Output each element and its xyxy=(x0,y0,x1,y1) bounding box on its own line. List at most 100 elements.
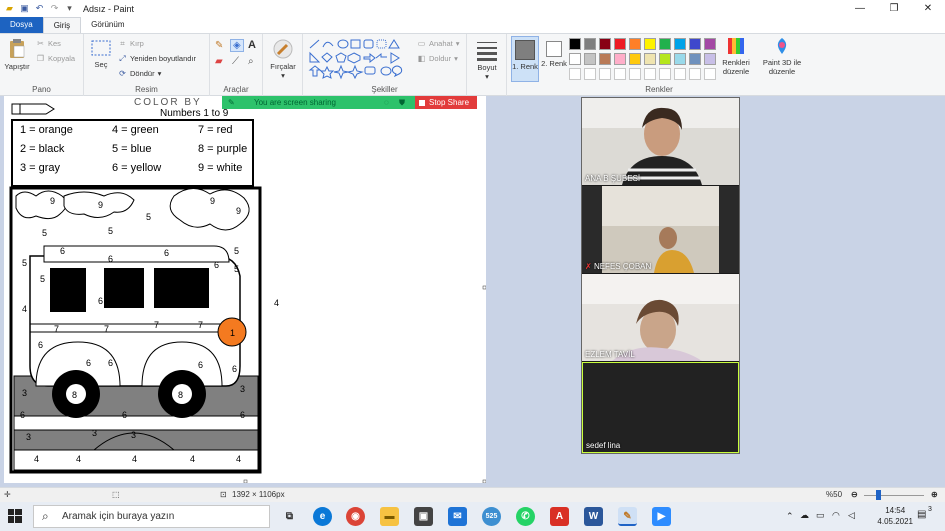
palette-swatch[interactable] xyxy=(599,38,611,50)
palette-custom-swatch[interactable] xyxy=(569,68,581,80)
palette-swatch[interactable] xyxy=(689,38,701,50)
palette-custom-swatch[interactable] xyxy=(599,68,611,80)
palette-swatch[interactable] xyxy=(614,53,626,65)
palette-custom-swatch[interactable] xyxy=(674,68,686,80)
crop-button[interactable]: ⌗ Kırp xyxy=(118,39,144,48)
palette-swatch[interactable] xyxy=(659,38,671,50)
palette-swatch[interactable] xyxy=(614,38,626,50)
edge-icon[interactable]: e xyxy=(313,507,332,526)
pause-share-icon[interactable]: ◌ xyxy=(384,96,389,109)
yandex-icon[interactable]: 525 xyxy=(482,507,501,526)
fill-button[interactable]: ◧ Doldur ▾ xyxy=(417,54,458,63)
palette-swatch[interactable] xyxy=(674,53,686,65)
screen-sharing-banner[interactable]: ✎ You are screen sharing ◌ ⛊ xyxy=(222,96,415,109)
fill-bucket-icon[interactable]: ◈ xyxy=(230,39,244,52)
select-button[interactable]: Seç xyxy=(88,38,114,69)
show-hidden-icons[interactable]: ⌃ xyxy=(786,511,794,522)
zoom-slider-thumb[interactable] xyxy=(876,490,881,500)
video-tile-active-speaker[interactable]: sedef lina xyxy=(582,362,739,453)
chrome-icon[interactable]: ◉ xyxy=(346,507,365,526)
resize-button[interactable]: ⤢ Yeniden boyutlandır xyxy=(118,54,196,63)
palette-custom-swatch[interactable] xyxy=(704,68,716,80)
palette-swatch[interactable] xyxy=(644,53,656,65)
volume-icon[interactable]: ◁ xyxy=(848,510,855,521)
legend-entry: 9 = white xyxy=(198,162,243,174)
shapes-gallery[interactable] xyxy=(307,38,415,80)
palette-swatch[interactable] xyxy=(584,53,596,65)
network-icon[interactable]: ☁ xyxy=(800,510,809,521)
task-view-icon[interactable]: ⧉ xyxy=(280,507,299,526)
acrobat-icon[interactable]: A xyxy=(550,507,569,526)
zoom-slider-track[interactable] xyxy=(864,495,924,496)
tab-home[interactable]: Giriş xyxy=(42,17,82,33)
palette-swatch[interactable] xyxy=(599,53,611,65)
magnifier-icon[interactable]: ⌕ xyxy=(248,56,254,67)
windows-start-icon[interactable] xyxy=(8,509,22,523)
edit-colors-button[interactable]: Renkleri düzenle xyxy=(719,36,753,76)
minimize-button[interactable]: — xyxy=(843,0,877,17)
palette-swatch[interactable] xyxy=(704,53,716,65)
taskbar-search-input[interactable]: ⌕ Aramak için buraya yazın xyxy=(33,505,270,528)
whatsapp-icon[interactable]: ✆ xyxy=(516,507,535,526)
color-picker-icon[interactable]: ⟋ xyxy=(232,56,239,67)
palette-swatch[interactable] xyxy=(659,53,671,65)
palette-custom-swatch[interactable] xyxy=(614,68,626,80)
palette-swatch[interactable] xyxy=(629,38,641,50)
video-tile[interactable]: ✗ NEFES ÇOBAN xyxy=(582,186,739,273)
undo-icon[interactable]: ↶ xyxy=(34,3,45,14)
zoom-out-button[interactable]: ⊖ xyxy=(851,490,858,499)
svg-text:6: 6 xyxy=(86,358,91,368)
svg-text:5: 5 xyxy=(234,264,239,274)
battery-icon[interactable]: ▭ xyxy=(816,510,825,521)
palette-swatch[interactable] xyxy=(584,38,596,50)
zoom-in-button[interactable]: ⊕ xyxy=(931,490,938,499)
brushes-button[interactable]: Fırçalar ▾ xyxy=(267,38,299,80)
palette-swatch[interactable] xyxy=(689,53,701,65)
close-button[interactable]: ✕ xyxy=(911,0,945,17)
window-title: Adsız - Paint xyxy=(83,3,135,14)
paint-taskbar-icon[interactable]: ✎ xyxy=(618,507,637,526)
color1-button[interactable]: 1. Renk xyxy=(511,36,539,82)
customize-toolbar-icon[interactable]: ▾ xyxy=(64,3,75,14)
wifi-icon[interactable]: ◠ xyxy=(832,510,840,521)
video-tile[interactable]: EZLEM TAVİL xyxy=(582,274,739,361)
file-explorer-icon[interactable]: ▬ xyxy=(380,507,399,526)
zoom-app-icon[interactable]: ▶ xyxy=(652,507,671,526)
system-clock[interactable]: 14:54 4.05.2021 xyxy=(877,505,913,527)
palette-custom-swatch[interactable] xyxy=(659,68,671,80)
word-icon[interactable]: W xyxy=(584,507,603,526)
copy-button[interactable]: ❐ Kopyala xyxy=(36,54,75,63)
palette-custom-swatch[interactable] xyxy=(629,68,641,80)
palette-swatch[interactable] xyxy=(674,38,686,50)
palette-swatch[interactable] xyxy=(569,53,581,65)
pencil-icon[interactable]: ✎ xyxy=(215,40,223,51)
palette-swatch[interactable] xyxy=(704,38,716,50)
outline-button[interactable]: ▭ Anahat ▾ xyxy=(417,39,460,48)
paste-button[interactable]: Yapıştır xyxy=(3,38,31,71)
store-icon[interactable]: ▣ xyxy=(414,507,433,526)
palette-custom-swatch[interactable] xyxy=(584,68,596,80)
palette-custom-swatch[interactable] xyxy=(689,68,701,80)
redo-icon[interactable]: ↷ xyxy=(49,3,60,14)
save-icon[interactable]: ▣ xyxy=(19,3,30,14)
notification-center-icon[interactable]: ▤ xyxy=(917,509,926,520)
size-button[interactable]: Boyut ▾ xyxy=(471,39,503,81)
stop-share-button[interactable]: Stop Share xyxy=(415,96,477,109)
eraser-icon[interactable]: ▰ xyxy=(215,56,223,67)
copy-icon: ❐ xyxy=(36,54,45,63)
cut-button[interactable]: ✂ Kes xyxy=(36,39,61,48)
palette-custom-swatch[interactable] xyxy=(644,68,656,80)
palette-swatch[interactable] xyxy=(644,38,656,50)
color2-button[interactable]: 2. Renk xyxy=(541,36,567,68)
video-tile[interactable]: ANA B ŞUBESİ xyxy=(582,98,739,185)
palette-swatch[interactable] xyxy=(629,53,641,65)
text-icon[interactable]: A xyxy=(248,39,256,51)
paint-canvas[interactable]: 1 9 9 9 9 5 5 5 5 5 5 5 6 6 6 6 4 4 6 6 7 7 7 7 6 6 6 6 3 3 6… xyxy=(4,96,486,483)
rotate-button[interactable]: ⟳ Döndür ▾ xyxy=(118,69,161,78)
paint3d-button[interactable]: Paint 3D ile düzenle xyxy=(757,36,807,76)
mail-icon[interactable]: ✉ xyxy=(448,507,467,526)
tab-view[interactable]: Görünüm xyxy=(81,17,134,33)
maximize-button[interactable]: ❐ xyxy=(877,0,911,17)
tab-file[interactable]: Dosya xyxy=(0,17,43,33)
palette-swatch[interactable] xyxy=(569,38,581,50)
